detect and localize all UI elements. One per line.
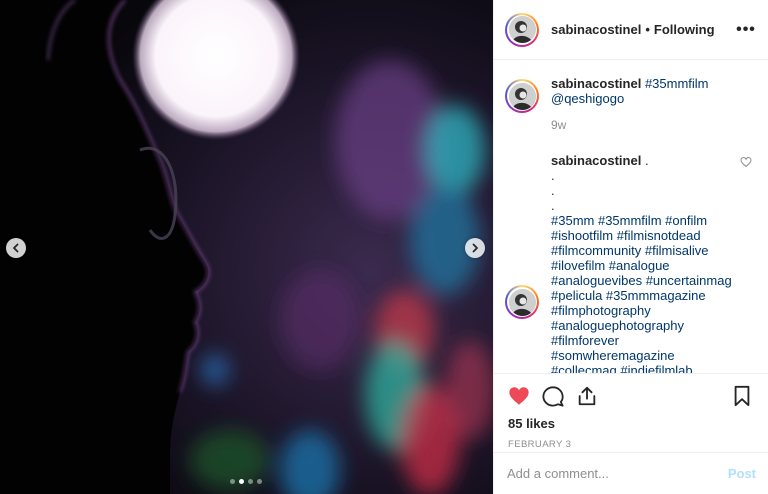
- post-date[interactable]: FEBRUARY 3: [508, 439, 752, 450]
- caption-timestamp[interactable]: 9w: [551, 118, 709, 133]
- caption-username-link[interactable]: sabinacostinel: [551, 76, 641, 91]
- following-button[interactable]: Following: [654, 22, 715, 37]
- post-photo[interactable]: [0, 0, 493, 494]
- comments-list[interactable]: sabinacostinel #35mmfilm @qeshigogo 9w s…: [494, 60, 768, 373]
- hashtag-link[interactable]: #analoguevibes #uncertainmag: [551, 273, 732, 288]
- comment-item: sabinacostinel . . . . #35mm #35mmfilm #…: [505, 153, 752, 373]
- post-comment-button[interactable]: Post: [728, 466, 756, 481]
- hashtag-link[interactable]: #analoguephotography: [551, 318, 732, 333]
- hashtag-link[interactable]: #ishootfilm #filmisnotdead: [551, 228, 732, 243]
- hashtag-link[interactable]: #collecmag #indiefilmlab: [551, 363, 732, 373]
- carousel-dot: [230, 479, 235, 484]
- carousel-prev-button[interactable]: [6, 238, 26, 258]
- avatar[interactable]: [505, 285, 539, 319]
- comment-dot-line: .: [551, 168, 555, 183]
- header-username-link[interactable]: sabinacostinel: [551, 22, 641, 37]
- comment-username-link[interactable]: sabinacostinel: [551, 153, 641, 168]
- hashtag-link[interactable]: #filmforever: [551, 333, 732, 348]
- comment-text: .: [644, 153, 649, 168]
- bookmark-icon[interactable]: [732, 385, 752, 407]
- heart-outline-icon[interactable]: [740, 156, 752, 168]
- chevron-right-icon: [472, 243, 478, 253]
- comment-dot-line: .: [551, 198, 555, 213]
- comment-icon[interactable]: [542, 385, 564, 407]
- post-sidebar: sabinacostinel • Following ••• sabinacos…: [493, 0, 768, 494]
- chevron-left-icon: [13, 243, 19, 253]
- hashtag-link[interactable]: #35mmfilm: [645, 76, 709, 91]
- more-icon: •••: [736, 20, 756, 38]
- carousel-indicator: [230, 479, 262, 484]
- comment-dot-line: .: [551, 183, 555, 198]
- carousel-next-button[interactable]: [465, 238, 485, 258]
- hashtag-link[interactable]: #somwheremagazine: [551, 348, 732, 363]
- hashtag-link[interactable]: #pelicula #35mmmagazine: [551, 288, 732, 303]
- carousel-dot: [248, 479, 253, 484]
- hashtag-link[interactable]: #35mm #35mmfilm #onfilm: [551, 213, 732, 228]
- header-separator: •: [645, 22, 650, 37]
- hashtag-link[interactable]: #ilovefilm #analogue: [551, 258, 732, 273]
- avatar[interactable]: [505, 12, 539, 47]
- heart-icon[interactable]: [508, 385, 530, 407]
- caption-comment: sabinacostinel #35mmfilm @qeshigogo 9w: [505, 76, 752, 133]
- hashtag-link[interactable]: #filmphotography: [551, 303, 732, 318]
- more-options-button[interactable]: •••: [734, 18, 758, 42]
- avatar-image: [508, 16, 536, 43]
- carousel-dot-active: [239, 479, 244, 484]
- add-comment-bar: Post: [494, 452, 768, 494]
- likes-count[interactable]: 85 likes: [508, 416, 752, 431]
- hashtag-link[interactable]: #filmcommunity #filmisalive: [551, 243, 732, 258]
- photo-image: [0, 0, 493, 494]
- comment-input[interactable]: [507, 466, 728, 481]
- avatar[interactable]: [505, 79, 539, 113]
- post-header: sabinacostinel • Following •••: [494, 0, 768, 60]
- share-icon[interactable]: [576, 385, 598, 407]
- avatar-image: [508, 82, 536, 110]
- carousel-dot: [257, 479, 262, 484]
- mention-link[interactable]: @qeshigogo: [551, 91, 624, 106]
- avatar-image: [508, 288, 536, 316]
- action-icons: [508, 374, 752, 414]
